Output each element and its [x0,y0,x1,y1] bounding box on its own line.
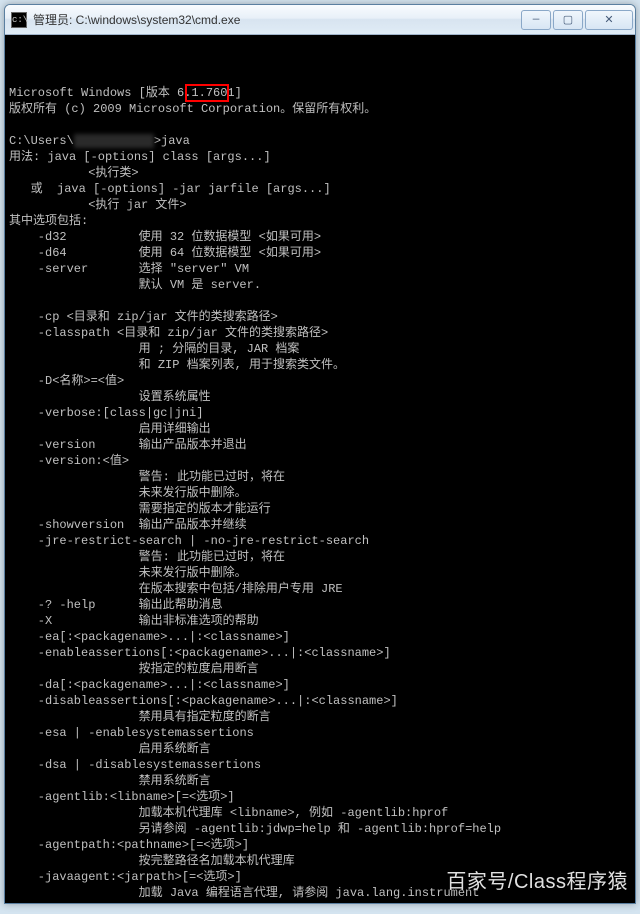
console-line: -verbose:[class|gc|jni] [9,405,631,421]
console-line: 版权所有 (c) 2009 Microsoft Corporation。保留所有… [9,101,631,117]
console-output[interactable]: Microsoft Windows [版本 6.1.7601]版权所有 (c) … [5,35,635,903]
console-line: <执行 jar 文件> [9,197,631,213]
maximize-button[interactable]: ▢ [553,10,583,30]
console-line: -agentpath:<pathname>[=<选项>] [9,837,631,853]
console-line: 未来发行版中删除。 [9,485,631,501]
cmd-icon: c:\ [11,12,27,28]
close-button[interactable]: ✕ [585,10,633,30]
cmd-window: c:\ 管理员: C:\windows\system32\cmd.exe — ▢… [4,4,636,904]
console-line: -dsa | -disablesystemassertions [9,757,631,773]
console-line: -d32 使用 32 位数据模型 <如果可用> [9,229,631,245]
console-line: 禁用具有指定粒度的断言 [9,709,631,725]
console-line: -esa | -enablesystemassertions [9,725,631,741]
console-line: 用 ; 分隔的目录, JAR 档案 [9,341,631,357]
console-line: C:\Users\>java [9,133,631,149]
window-controls: — ▢ ✕ [521,10,633,30]
console-line: -ea[:<packagename>...|:<classname>] [9,629,631,645]
console-line: 警告: 此功能已过时，将在 [9,469,631,485]
console-line: 警告: 此功能已过时，将在 [9,549,631,565]
console-line: -jre-restrict-search | -no-jre-restrict-… [9,533,631,549]
window-title: 管理员: C:\windows\system32\cmd.exe [33,11,521,28]
console-line [9,117,631,133]
titlebar[interactable]: c:\ 管理员: C:\windows\system32\cmd.exe — ▢… [5,5,635,35]
console-line: -agentlib:<libname>[=<选项>] [9,789,631,805]
console-line [9,293,631,309]
console-line: 未来发行版中删除。 [9,565,631,581]
console-line: 默认 VM 是 server. [9,277,631,293]
minimize-button[interactable]: — [521,10,551,30]
console-line: -version 输出产品版本并退出 [9,437,631,453]
console-line: 禁用系统断言 [9,773,631,789]
redacted-username [74,134,154,148]
console-line: -classpath <目录和 zip/jar 文件的类搜索路径> [9,325,631,341]
console-line: Microsoft Windows [版本 6.1.7601] [9,85,631,101]
console-line: 加载本机代理库 <libname>, 例如 -agentlib:hprof [9,805,631,821]
console-line: -version:<值> [9,453,631,469]
console-line: 用法: java [-options] class [args...] [9,149,631,165]
console-line: 或 java [-options] -jar jarfile [args...] [9,181,631,197]
console-line: <执行类> [9,165,631,181]
console-line: 在版本搜索中包括/排除用户专用 JRE [9,581,631,597]
console-line: 其中选项包括: [9,213,631,229]
console-line: -server 选择 "server" VM [9,261,631,277]
console-line: 启用详细输出 [9,421,631,437]
console-line: -d64 使用 64 位数据模型 <如果可用> [9,245,631,261]
console-line: -disableassertions[:<packagename>...|:<c… [9,693,631,709]
console-line: 按指定的粒度启用断言 [9,661,631,677]
console-line: -enableassertions[:<packagename>...|:<cl… [9,645,631,661]
console-line: -splash:<imagepath> [9,901,631,903]
console-line: -? -help 输出此帮助消息 [9,597,631,613]
console-line: 另请参阅 -agentlib:jdwp=help 和 -agentlib:hpr… [9,821,631,837]
console-line: 启用系统断言 [9,741,631,757]
console-line: -cp <目录和 zip/jar 文件的类搜索路径> [9,309,631,325]
console-line: -showversion 输出产品版本并继续 [9,517,631,533]
console-line: 和 ZIP 档案列表, 用于搜索类文件。 [9,357,631,373]
console-line: -D<名称>=<值> [9,373,631,389]
console-line: 设置系统属性 [9,389,631,405]
watermark-text: 百家号/Class程序猿 [446,865,628,894]
console-line: -da[:<packagename>...|:<classname>] [9,677,631,693]
console-line: -X 输出非标准选项的帮助 [9,613,631,629]
console-line: 需要指定的版本才能运行 [9,501,631,517]
